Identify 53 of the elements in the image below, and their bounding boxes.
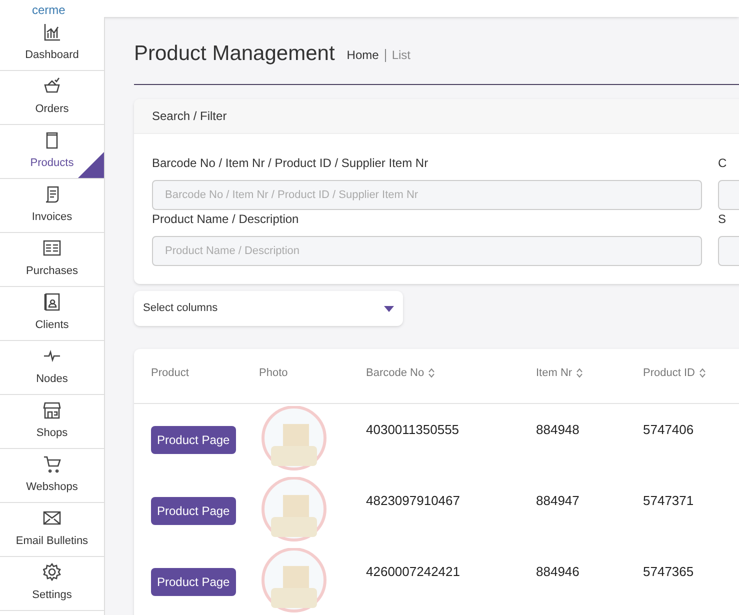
sidebar-item[interactable]: Purchases <box>0 233 104 287</box>
column-header: Product <box>151 366 189 381</box>
item-nr-cell-text: 884948 <box>536 421 580 439</box>
item-nr-cell-text: 884947 <box>536 492 580 510</box>
caret-icon <box>384 306 394 312</box>
column-header: Photo <box>259 366 288 381</box>
sidebar-item[interactable]: Products <box>0 125 104 179</box>
column-header: Item Nr <box>536 366 572 381</box>
contact-icon <box>43 293 61 312</box>
product-page-button[interactable]: Product Page <box>151 568 236 596</box>
field-label: Barcode No / Item Nr / Product ID / Supplier Item Nr <box>152 155 430 172</box>
list-icon <box>43 239 61 258</box>
product-id-cell-text: 5747406 <box>643 421 695 439</box>
column-header: Barcode No <box>366 366 424 381</box>
sidebar-item[interactable]: Invoices <box>0 179 104 233</box>
input-field[interactable]: Product Name / Description <box>152 236 702 266</box>
product-page-button[interactable]: Product Page <box>151 497 236 525</box>
envelope-icon <box>43 509 61 528</box>
sort-icon[interactable] <box>698 368 706 378</box>
sidebar-item[interactable]: Clients <box>0 287 104 341</box>
sort-icon[interactable] <box>576 368 584 378</box>
sidebar-item[interactable]: Webshops <box>0 449 104 503</box>
item-nr-cell-text: 884946 <box>536 563 580 581</box>
breadcrumb-link[interactable]: Home <box>346 46 379 64</box>
basket-icon <box>43 77 61 96</box>
field-label: Product Name / Description <box>152 211 300 228</box>
sidebar-item[interactable]: Orders <box>0 71 104 125</box>
logo-text[interactable]: cerme <box>32 4 66 17</box>
cart-icon <box>43 455 61 474</box>
chart-icon <box>43 23 61 42</box>
barcode-cell-text: 4260007242421 <box>366 563 461 581</box>
sidebar-item[interactable]: Settings <box>0 557 104 611</box>
product-id-cell-text: 5747371 <box>643 492 695 510</box>
product-id-cell-text: 5747365 <box>643 563 695 581</box>
column-select-dropdown[interactable]: Select columns <box>134 291 403 326</box>
field-label: S <box>718 211 728 228</box>
product-page-button[interactable]: Product Page <box>151 426 236 454</box>
sort-icon[interactable] <box>428 368 436 378</box>
barcode-cell-text: 4030011350555 <box>366 421 460 439</box>
barcode-cell-text: 4823097910467 <box>366 492 461 510</box>
active-corner-marker <box>78 152 104 178</box>
sidebar-item[interactable]: Email Bulletins <box>0 503 104 557</box>
input-field[interactable]: Barcode No / Item Nr / Product ID / Supplier Item Nr <box>152 180 702 210</box>
card-title: Search / Filter <box>152 108 227 125</box>
sidebar-item[interactable]: Shops <box>0 395 104 449</box>
sidebar-item[interactable]: Nodes <box>0 341 104 395</box>
column-header: Product ID <box>643 366 695 381</box>
gear-icon <box>43 563 61 582</box>
sidebar-item[interactable]: Dashboard <box>0 17 104 71</box>
store-icon <box>43 401 61 420</box>
scroll-icon <box>43 185 61 204</box>
page-title: Product Management <box>134 43 335 64</box>
field-label: C <box>718 155 728 172</box>
